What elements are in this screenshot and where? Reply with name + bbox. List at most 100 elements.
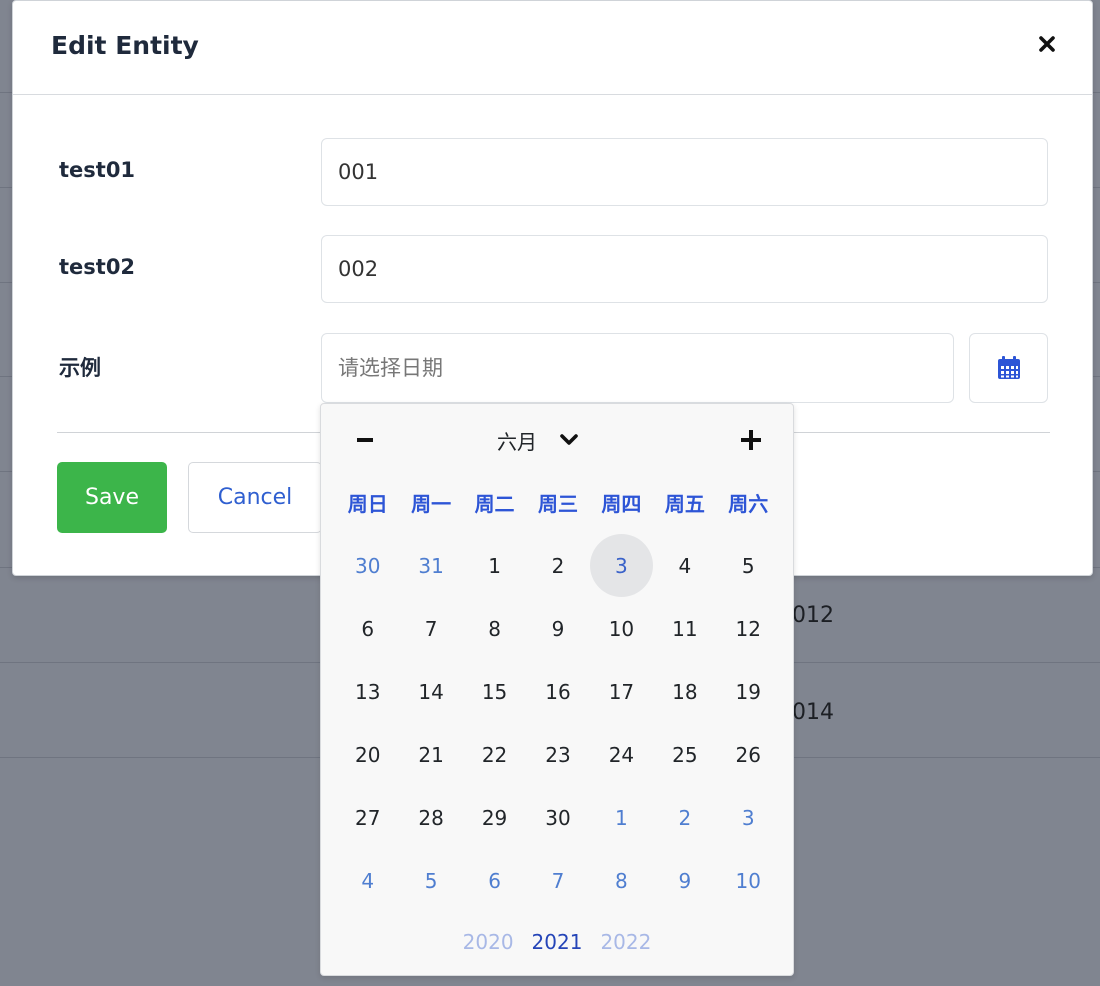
day-cell[interactable]: 16 (526, 660, 589, 723)
day-number: 14 (418, 679, 444, 704)
day-cell[interactable]: 5 (399, 849, 462, 912)
date-input[interactable] (321, 333, 954, 403)
day-number: 2 (678, 805, 692, 830)
weekday-label: 周一 (411, 492, 452, 516)
cancel-button[interactable]: Cancel (188, 462, 322, 533)
year-option[interactable]: 2020 (463, 930, 514, 954)
day-number: 8 (488, 616, 501, 641)
calendar-icon (997, 356, 1020, 379)
day-cell[interactable]: 25 (653, 723, 716, 786)
day-cell[interactable]: 9 (526, 597, 589, 660)
day-cell[interactable]: 18 (653, 660, 716, 723)
day-number: 12 (735, 616, 761, 641)
day-number: 19 (735, 679, 761, 704)
day-number: 22 (481, 742, 508, 767)
test01-input[interactable] (321, 138, 1048, 206)
close-button[interactable] (1033, 27, 1061, 61)
day-cell[interactable]: 11 (653, 597, 716, 660)
day-cell[interactable]: 30 (336, 534, 399, 597)
day-cell[interactable]: 23 (526, 723, 589, 786)
next-month-button[interactable] (733, 422, 769, 458)
test02-label: test02 (59, 255, 136, 279)
day-number: 15 (481, 679, 508, 704)
day-cell[interactable]: 7 (399, 597, 462, 660)
day-number: 30 (545, 805, 571, 830)
day-cell[interactable]: 2 (526, 534, 589, 597)
day-number: 1 (488, 553, 501, 578)
day-cell[interactable]: 4 (336, 849, 399, 912)
day-cell[interactable]: 28 (399, 786, 462, 849)
day-number: 4 (361, 868, 375, 893)
day-number: 5 (741, 553, 755, 578)
day-number: 18 (672, 679, 698, 704)
day-cell[interactable]: 9 (653, 849, 716, 912)
day-cell[interactable]: 7 (526, 849, 589, 912)
day-number: 7 (424, 616, 438, 641)
day-cell[interactable]: 30 (526, 786, 589, 849)
day-cell[interactable]: 6 (463, 849, 526, 912)
day-number: 31 (418, 553, 444, 578)
year-selector: 2020 2021 2022 (321, 930, 793, 954)
day-cell[interactable]: 3 (717, 786, 780, 849)
day-number: 6 (488, 868, 501, 893)
prev-month-button[interactable] (347, 422, 383, 458)
day-number: 4 (678, 553, 692, 578)
day-cell[interactable]: 4 (653, 534, 716, 597)
day-cell[interactable]: 24 (590, 723, 653, 786)
year-option[interactable]: 2022 (600, 930, 651, 954)
day-number: 23 (545, 742, 571, 767)
day-cell[interactable]: 29 (463, 786, 526, 849)
day-number: 9 (551, 616, 565, 641)
day-cell[interactable]: 19 (717, 660, 780, 723)
day-number: 1 (615, 805, 628, 830)
year-option-current[interactable]: 2021 (532, 930, 583, 954)
month-label: 六月 (497, 429, 537, 454)
day-cell[interactable]: 8 (463, 597, 526, 660)
day-cell[interactable]: 20 (336, 723, 399, 786)
day-number: 21 (418, 742, 444, 767)
month-select[interactable]: 六月 (497, 420, 617, 460)
day-cell[interactable]: 26 (717, 723, 780, 786)
day-cell[interactable]: 1 (590, 786, 653, 849)
datepicker-dropdown: 六月 周日 周一 周二 周三 周四 周五 周六 30 31 1 2 3 4 5 6 7 8 9 10 1… (320, 403, 794, 976)
day-number: 20 (354, 742, 381, 767)
minus-icon (357, 438, 373, 442)
weekday-label: 周二 (474, 492, 515, 516)
day-cell[interactable]: 12 (717, 597, 780, 660)
date-field-label: 示例 (59, 356, 101, 380)
day-cell[interactable]: 2 (653, 786, 716, 849)
day-cell[interactable]: 17 (590, 660, 653, 723)
day-cell[interactable]: 31 (399, 534, 462, 597)
day-cell-today[interactable]: 3 (589, 534, 653, 597)
day-number: 26 (735, 742, 761, 767)
day-cell[interactable]: 5 (717, 534, 780, 597)
weekday-header: 周日 周一 周二 周三 周四 周五 周六 (336, 484, 780, 524)
day-cell[interactable]: 10 (590, 597, 653, 660)
modal-title: Edit Entity (51, 31, 199, 60)
test02-input[interactable] (321, 235, 1048, 303)
day-number: 8 (615, 868, 628, 893)
day-cell[interactable]: 10 (717, 849, 780, 912)
day-cell[interactable]: 15 (463, 660, 526, 723)
save-button[interactable]: Save (57, 462, 167, 533)
day-cell[interactable]: 13 (336, 660, 399, 723)
day-cell[interactable]: 22 (463, 723, 526, 786)
day-number: 24 (608, 742, 635, 767)
calendar-button[interactable] (969, 333, 1048, 403)
table-cell: 012 (792, 603, 834, 628)
day-cell[interactable]: 27 (336, 786, 399, 849)
day-number: 2 (551, 553, 565, 578)
day-cell[interactable]: 6 (336, 597, 399, 660)
weekday-label: 周五 (664, 492, 705, 516)
day-cell[interactable]: 8 (590, 849, 653, 912)
day-number: 11 (672, 616, 698, 641)
day-cell[interactable]: 21 (399, 723, 462, 786)
plus-icon (741, 430, 761, 450)
test01-label: test01 (59, 158, 136, 182)
day-number: 5 (424, 868, 438, 893)
day-number: 29 (481, 805, 508, 830)
day-cell[interactable]: 14 (399, 660, 462, 723)
day-number: 16 (545, 679, 571, 704)
day-number: 10 (608, 616, 635, 641)
day-cell[interactable]: 1 (463, 534, 526, 597)
